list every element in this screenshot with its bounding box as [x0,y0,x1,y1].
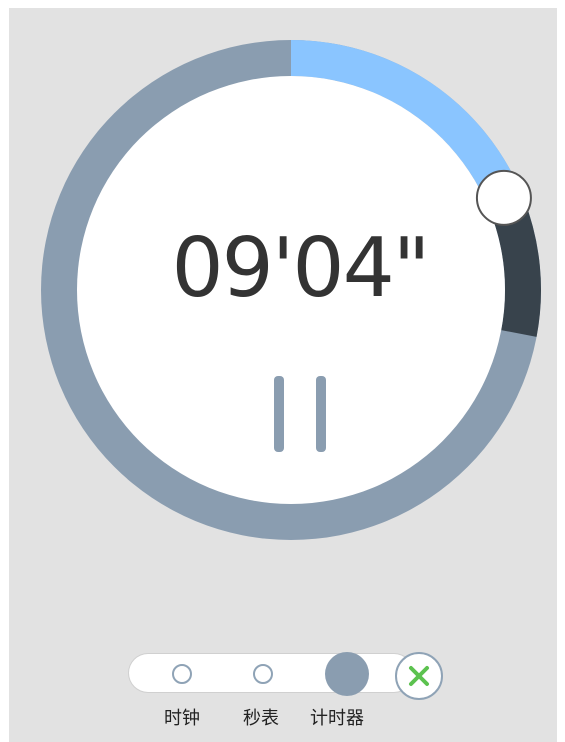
pause-icon [274,376,284,452]
mode-label-stopwatch[interactable]: 秒表 [243,704,279,730]
time-readout: 09'04" [171,221,431,316]
mode-dot-clock[interactable] [172,664,192,684]
mode-label-timer[interactable]: 计时器 [310,704,364,730]
close-button[interactable] [395,652,443,700]
ring-drag-handle[interactable] [475,169,532,226]
mode-dot-stopwatch[interactable] [253,664,273,684]
close-icon [409,666,429,686]
pause-icon-bar [316,376,326,452]
pause-button[interactable] [262,372,338,458]
mode-label-clock[interactable]: 时钟 [164,704,200,730]
mode-dot-timer[interactable] [325,652,369,696]
